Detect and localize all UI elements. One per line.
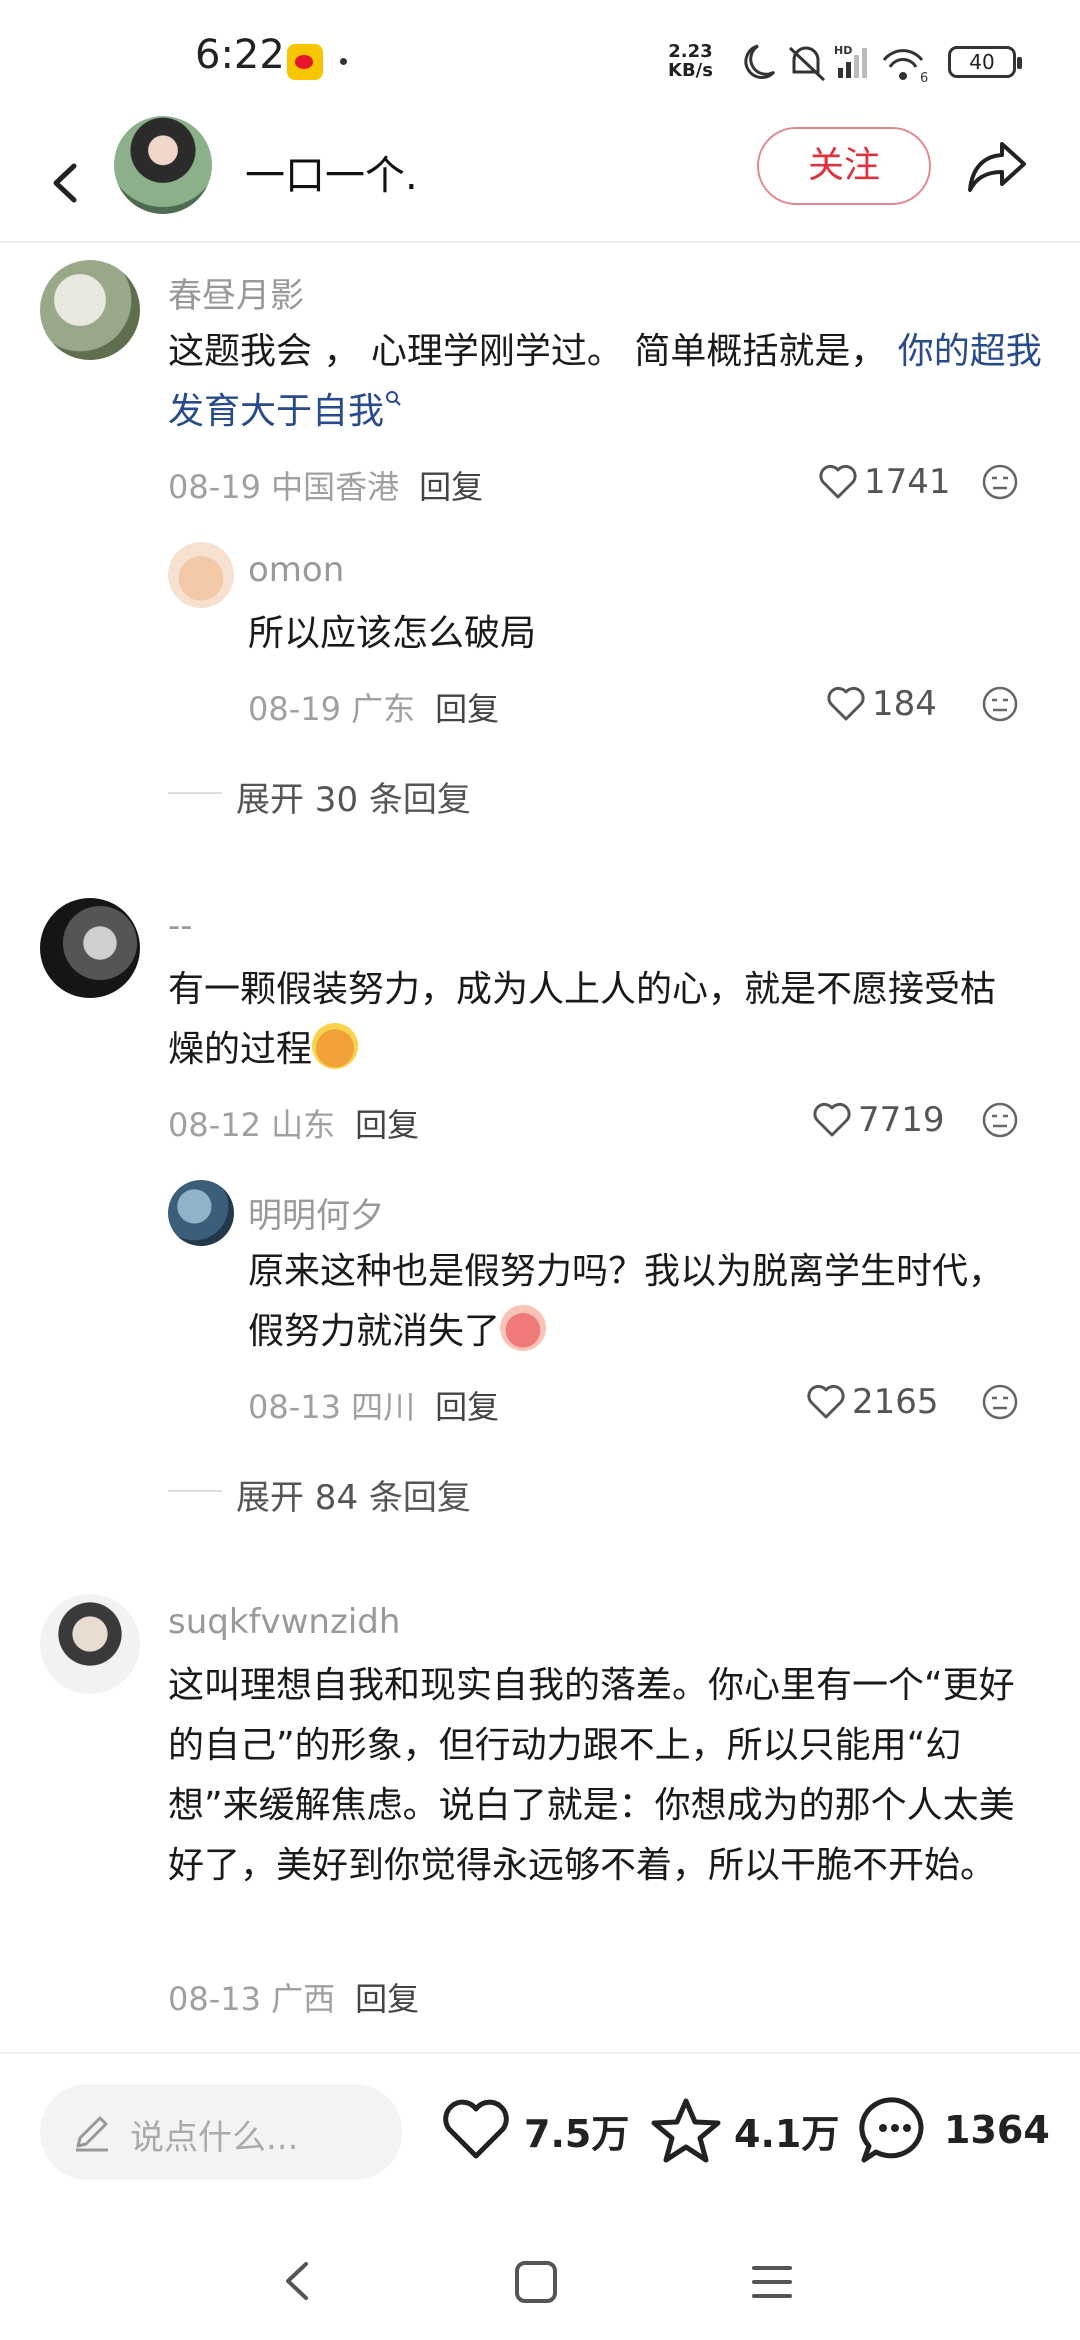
comment-text: 这叫理想自我和现实自我的落差。你心里有一个“更好的自己”的形象，但行动力跟不上，… — [168, 1665, 1015, 1886]
svg-text:HD: HD — [834, 44, 852, 57]
divider — [168, 792, 222, 794]
wifi-6-icon: 6 — [882, 49, 928, 86]
star-icon — [651, 2098, 721, 2163]
mute-bell-icon — [788, 46, 826, 82]
comments-button[interactable]: 1364 — [858, 2094, 1050, 2166]
like-button[interactable]: 1741 — [818, 462, 951, 502]
reply-button[interactable]: 回复 — [435, 1388, 499, 1426]
sticker-emoji-icon — [312, 1023, 359, 1069]
reply-meta: 08-19 广东 回复 — [248, 690, 500, 728]
share-arrow-icon[interactable] — [962, 130, 1034, 202]
status-icons: HD 6 — [744, 44, 928, 86]
comment-text: 有一颗假装努力，成为人上人的心，就是不愿接受枯燥的过程 — [168, 969, 997, 1070]
author-name[interactable]: 一口一个. — [245, 143, 418, 201]
like-button[interactable]: 7719 — [812, 1100, 945, 1140]
search-icon — [386, 391, 401, 406]
emoji-reaction-icon[interactable] — [980, 462, 1020, 502]
comment-bubble-icon — [859, 2097, 924, 2163]
reply-meta: 08-13 四川 回复 — [248, 1388, 500, 1426]
comment-input[interactable]: 说点什么... — [40, 2084, 402, 2180]
status-bar: 6:22 2.23 KB/s HD 6 40 — [0, 0, 1080, 120]
divider — [168, 1490, 222, 1492]
emoji-reaction-icon[interactable] — [980, 684, 1020, 724]
network-speed: 2.23 KB/s — [668, 41, 713, 81]
reply-button[interactable]: 回复 — [355, 1106, 419, 1144]
system-nav-bar — [0, 2212, 1080, 2340]
notification-dot-icon — [340, 58, 347, 65]
replier-avatar[interactable] — [168, 1180, 234, 1246]
commenter-avatar[interactable] — [40, 1594, 140, 1694]
heart-icon — [813, 1102, 851, 1137]
commenter-name[interactable]: -- — [168, 906, 193, 946]
like-button[interactable]: 2165 — [806, 1382, 939, 1422]
bottom-action-bar: 说点什么... 7.5万 4.1万 1364 — [0, 2052, 1080, 2212]
replier-name[interactable]: omon — [248, 550, 344, 590]
follow-button[interactable]: 关注 — [757, 127, 931, 205]
like-button[interactable]: 184 — [826, 684, 937, 724]
nav-back-icon[interactable] — [272, 2256, 322, 2306]
comment-meta: 08-13 广西 回复 — [168, 1980, 420, 2018]
comment-input-placeholder[interactable]: 说点什么... — [130, 2110, 298, 2159]
hd-signal-icon: HD — [834, 44, 867, 78]
reply-button[interactable]: 回复 — [355, 1980, 419, 2018]
replier-name[interactable]: 明明何夕 — [248, 1188, 384, 1237]
author-avatar[interactable] — [114, 116, 212, 214]
heart-icon — [443, 2099, 509, 2159]
comment-meta: 08-12 山东 回复 — [168, 1106, 420, 1144]
heart-icon — [807, 1384, 845, 1419]
nav-home-icon[interactable] — [512, 2258, 560, 2306]
heart-icon — [827, 686, 865, 721]
emoji-reaction-icon[interactable] — [980, 1382, 1020, 1422]
back-chevron-icon[interactable] — [30, 138, 100, 228]
reply-text: 原来这种也是假努力吗？我以为脱离学生时代，假努力就消失了 — [248, 1251, 1005, 1352]
replier-avatar[interactable] — [168, 542, 234, 608]
heart-icon — [819, 464, 857, 499]
weibo-app-icon — [287, 44, 323, 80]
nav-menu-icon[interactable] — [748, 2258, 796, 2306]
expand-replies-button[interactable]: 展开 30 条回复 — [236, 772, 471, 821]
status-time: 6:22 — [195, 32, 285, 78]
reply-text: 所以应该怎么破局 — [248, 613, 537, 654]
reply-button[interactable]: 回复 — [419, 468, 483, 506]
svg-text:6: 6 — [920, 71, 928, 86]
like-post-button[interactable]: 7.5万 — [440, 2094, 629, 2166]
commenter-avatar[interactable] — [40, 260, 140, 360]
moon-icon — [744, 44, 776, 79]
reply-button[interactable]: 回复 — [435, 690, 499, 728]
crying-emoji-icon — [500, 1305, 547, 1351]
commenter-name[interactable]: suqkfvwnzidh — [168, 1602, 400, 1642]
commenter-name[interactable]: 春昼月影 — [168, 268, 304, 317]
favorite-button[interactable]: 4.1万 — [650, 2094, 839, 2166]
comment-text: 这题我会 ， 心理学刚学过。 简单概括就是， 你的超我发育大于自我 — [168, 331, 1042, 432]
pencil-icon — [76, 2116, 108, 2152]
expand-replies-button[interactable]: 展开 84 条回复 — [236, 1470, 471, 1519]
comment-meta: 08-19 中国香港 回复 — [168, 468, 484, 506]
battery-icon: 40 — [948, 46, 1022, 78]
emoji-reaction-icon[interactable] — [980, 1100, 1020, 1140]
commenter-avatar[interactable] — [40, 898, 140, 998]
